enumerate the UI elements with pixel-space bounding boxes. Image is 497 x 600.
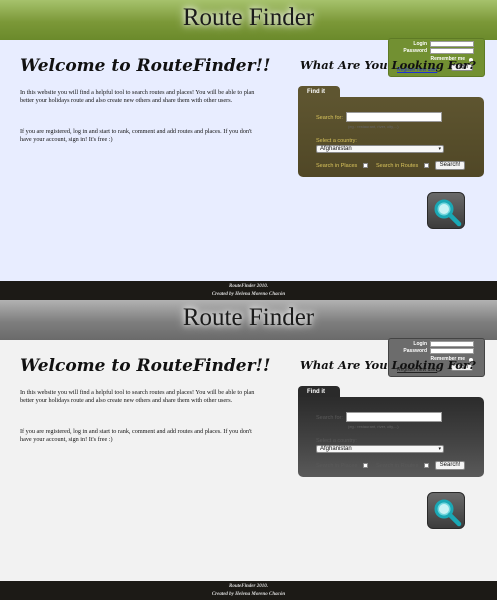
search-in-places-checkbox[interactable] bbox=[363, 463, 368, 468]
magnifier-button[interactable] bbox=[427, 192, 465, 229]
chevron-down-icon: ▾ bbox=[438, 146, 441, 152]
country-value: Afghanistan bbox=[320, 446, 352, 452]
footer-line1: RouteFinder 2010. bbox=[229, 584, 268, 589]
footer: RouteFinder 2010. Created by Helena More… bbox=[0, 581, 497, 600]
magnifier-icon bbox=[434, 499, 462, 527]
search-hint: (eg.: restaurant, river, city,...) bbox=[348, 424, 399, 429]
site-title: Route Finder bbox=[182, 4, 315, 31]
password-input[interactable] bbox=[430, 348, 474, 354]
search-input[interactable] bbox=[346, 112, 442, 122]
site-title: Route Finder bbox=[182, 304, 315, 331]
search-button[interactable]: Search! bbox=[435, 161, 465, 170]
intro-paragraph: In this website you will find a helpful … bbox=[20, 89, 255, 104]
chevron-down-icon: ▾ bbox=[438, 446, 441, 452]
search-for-label: Search for: bbox=[316, 415, 343, 421]
search-box: Search for: (eg.: restaurant, river, cit… bbox=[298, 97, 484, 177]
country-value: Afghanistan bbox=[320, 146, 352, 152]
search-in-routes-label: Search in Routes bbox=[376, 463, 419, 469]
search-input[interactable] bbox=[346, 412, 442, 422]
footer-line2: Created by Helena Moreno Chacón bbox=[211, 592, 286, 597]
search-button[interactable]: Search! bbox=[435, 461, 465, 470]
login-input[interactable] bbox=[430, 41, 474, 47]
search-box: Search for: (eg.: restaurant, river, cit… bbox=[298, 397, 484, 477]
country-label: Select a country: bbox=[316, 138, 357, 144]
password-label: Password bbox=[403, 348, 427, 354]
welcome-heading: Welcome to RouteFinder!! bbox=[20, 356, 271, 376]
footer-line2: Created by Helena Moreno Chacón bbox=[211, 292, 286, 297]
magnifier-button[interactable] bbox=[427, 492, 465, 529]
login-label: Login bbox=[413, 41, 427, 47]
register-paragraph: If you are registered, log in and start … bbox=[20, 428, 252, 443]
search-in-routes-label: Search in Routes bbox=[376, 163, 419, 169]
footer-line1: RouteFinder 2010. bbox=[229, 284, 268, 289]
search-heading: What Are You Looking For? bbox=[300, 358, 476, 372]
welcome-heading: Welcome to RouteFinder!! bbox=[20, 56, 271, 76]
page-version-gray: Route Finder Login Password Remember me … bbox=[0, 300, 497, 600]
search-hint: (eg.: restaurant, river, city,...) bbox=[348, 124, 399, 129]
country-select[interactable]: Afghanistan ▾ bbox=[316, 445, 444, 453]
page-version-green: Route Finder Login Password Remember me … bbox=[0, 0, 497, 300]
country-label: Select a country: bbox=[316, 438, 357, 444]
password-input[interactable] bbox=[430, 48, 474, 54]
magnifier-icon bbox=[434, 199, 462, 227]
search-in-places-label: Search in Places bbox=[316, 463, 358, 469]
search-for-label: Search for: bbox=[316, 115, 343, 121]
header: Route Finder bbox=[0, 0, 497, 40]
search-in-routes-checkbox[interactable] bbox=[424, 463, 429, 468]
login-label: Login bbox=[413, 341, 427, 347]
country-select[interactable]: Afghanistan ▾ bbox=[316, 145, 444, 153]
search-in-places-label: Search in Places bbox=[316, 163, 358, 169]
search-in-places-checkbox[interactable] bbox=[363, 163, 368, 168]
header: Route Finder bbox=[0, 300, 497, 340]
search-heading: What Are You Looking For? bbox=[300, 58, 476, 72]
login-input[interactable] bbox=[430, 341, 474, 347]
search-in-routes-checkbox[interactable] bbox=[424, 163, 429, 168]
intro-paragraph: In this website you will find a helpful … bbox=[20, 389, 255, 404]
register-paragraph: If you are registered, log in and start … bbox=[20, 128, 252, 143]
password-label: Password bbox=[403, 48, 427, 54]
footer: RouteFinder 2010. Created by Helena More… bbox=[0, 281, 497, 300]
